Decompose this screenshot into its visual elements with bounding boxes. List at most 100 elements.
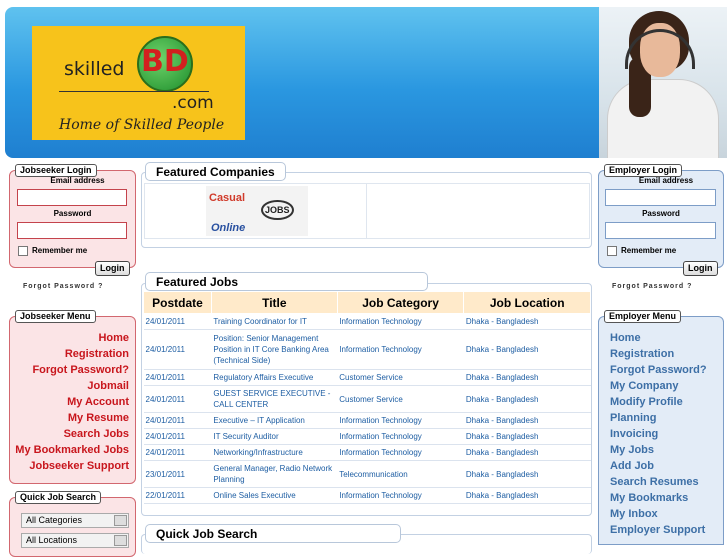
employer-login-button[interactable]: Login <box>683 261 718 276</box>
employer-forgot-password-link[interactable]: Forgot Password ? <box>612 283 692 290</box>
col-postdate: Postdate <box>143 291 212 314</box>
jobseeker-menu-box: Jobseeker Menu Home Registration Forgot … <box>9 310 136 484</box>
employer-menu-my-inbox[interactable]: My Inbox <box>610 508 658 520</box>
cell-title[interactable]: Training Coordinator for IT <box>211 313 338 330</box>
jobseeker-menu-jobmail[interactable]: Jobmail <box>87 380 129 392</box>
employer-remember-label: Remember me <box>621 246 677 255</box>
cell-location: Dhaka - Bangladesh <box>463 369 591 386</box>
jobseeker-menu-my-account[interactable]: My Account <box>67 396 129 408</box>
cell-title[interactable]: Regulatory Affairs Executive <box>211 369 338 386</box>
table-row[interactable]: 24/01/2011 Executive – IT Application Info… <box>143 412 591 429</box>
cell-title[interactable]: IT Security Auditor <box>211 428 338 445</box>
category-select[interactable]: All Categories <box>21 513 129 528</box>
employer-menu-my-jobs[interactable]: My Jobs <box>610 444 654 456</box>
jobseeker-email-input[interactable] <box>17 189 127 206</box>
cell-location: Dhaka - Bangladesh <box>463 329 591 370</box>
cell-location: Dhaka - Bangladesh <box>463 313 591 330</box>
cell-title[interactable]: Position: Senior Management Position in … <box>211 329 338 370</box>
cell-postdate: 24/01/2011 <box>143 369 212 386</box>
cell-category[interactable]: Information Technology <box>337 428 464 445</box>
photo-body <box>607 79 719 158</box>
cell-category[interactable]: Information Technology <box>337 412 464 429</box>
site-logo[interactable]: skilled BD .com Home of Skilled People <box>32 26 245 140</box>
employer-password-label: Password <box>642 209 680 218</box>
jobseeker-menu-title: Jobseeker Menu <box>15 310 96 323</box>
employer-password-input[interactable] <box>605 222 716 239</box>
employer-menu-support[interactable]: Employer Support <box>610 524 705 536</box>
jobseeker-menu-bookmarked-jobs[interactable]: My Bookmarked Jobs <box>15 444 129 456</box>
employer-menu-my-bookmarks[interactable]: My Bookmarks <box>610 492 688 504</box>
cell-category[interactable]: Information Technology <box>337 487 464 504</box>
jobseeker-password-input[interactable] <box>17 222 127 239</box>
brand-domain: .com <box>172 93 214 113</box>
jobseeker-login-button[interactable]: Login <box>95 261 130 276</box>
cell-location: Dhaka - Bangladesh <box>463 385 591 413</box>
table-row[interactable]: 24/01/2011 IT Security Auditor Information… <box>143 428 591 445</box>
category-select-value: All Categories <box>26 515 83 525</box>
table-row[interactable]: 24/01/2011 Networking/Infrastructure Infor… <box>143 444 591 461</box>
cell-category[interactable]: Information Technology <box>337 313 464 330</box>
employer-menu-registration[interactable]: Registration <box>610 348 674 360</box>
grid-divider <box>366 184 367 238</box>
cell-postdate: 24/01/2011 <box>143 444 212 461</box>
cell-title[interactable]: General Manager, Radio Network Planning <box>211 460 338 488</box>
employer-menu-modify-profile[interactable]: Modify Profile <box>610 396 683 408</box>
jobseeker-menu-my-resume[interactable]: My Resume <box>68 412 129 424</box>
cell-title[interactable]: GUEST SERVICE EXECUTIVE - CALL CENTER <box>211 385 338 413</box>
table-row[interactable]: 24/01/2011 Position: Senior Management Po… <box>143 329 591 370</box>
jobseeker-login-box: Jobseeker Login Email address Password R… <box>9 164 136 276</box>
cell-location: Dhaka - Bangladesh <box>463 487 591 504</box>
employer-menu-invoicing[interactable]: Invoicing <box>610 428 658 440</box>
employer-remember-checkbox[interactable] <box>607 246 617 256</box>
table-row[interactable]: 24/01/2011 GUEST SERVICE EXECUTIVE - CALL… <box>143 385 591 413</box>
cell-location: Dhaka - Bangladesh <box>463 428 591 445</box>
cell-location: Dhaka - Bangladesh <box>463 444 591 461</box>
cell-category[interactable]: Telecommunication <box>337 460 464 488</box>
company-logo-casual-jobs[interactable]: Casual JOBS Online <box>206 186 308 236</box>
jobseeker-forgot-password-link[interactable]: Forgot Password ? <box>23 283 103 290</box>
jobseeker-menu-registration[interactable]: Registration <box>65 348 129 360</box>
cell-category[interactable]: Customer Service <box>337 369 464 386</box>
cell-title[interactable]: Online Sales Executive <box>211 487 338 504</box>
location-select-value: All Locations <box>26 535 78 545</box>
table-row[interactable]: 24/01/2011 Training Coordinator for IT Inf… <box>143 313 591 330</box>
jobseeker-remember-label: Remember me <box>32 246 88 255</box>
jobseeker-menu-forgot-password[interactable]: Forgot Password? <box>32 364 129 376</box>
jobseeker-email-label: Email address <box>50 176 105 185</box>
quick-job-search-title: Quick Job Search <box>145 524 401 543</box>
location-select[interactable]: All Locations <box>21 533 129 548</box>
table-row[interactable]: 23/01/2011 General Manager, Radio Network… <box>143 460 591 488</box>
featured-companies-section: Casual JOBS Online <box>141 172 592 248</box>
cell-postdate: 22/01/2011 <box>143 487 212 504</box>
jobseeker-menu-search-jobs[interactable]: Search Jobs <box>64 428 129 440</box>
employer-menu-search-resumes[interactable]: Search Resumes <box>610 476 699 488</box>
cell-title[interactable]: Executive – IT Application <box>211 412 338 429</box>
cell-location: Dhaka - Bangladesh <box>463 460 591 488</box>
featured-companies-title: Featured Companies <box>145 162 286 181</box>
employer-email-input[interactable] <box>605 189 716 206</box>
jobseeker-remember-checkbox[interactable] <box>18 246 28 256</box>
cell-postdate: 24/01/2011 <box>143 428 212 445</box>
cell-category[interactable]: Customer Service <box>337 385 464 413</box>
table-header-row: Postdate Title Job Category Job Location <box>143 291 591 314</box>
employer-menu-box: Employer Menu Home Registration Forgot P… <box>598 310 724 545</box>
jobseeker-menu-home[interactable]: Home <box>98 332 129 344</box>
employer-menu-my-company[interactable]: My Company <box>610 380 678 392</box>
jobseeker-menu-support[interactable]: Jobseeker Support <box>29 460 129 472</box>
table-row[interactable]: 24/01/2011 Regulatory Affairs Executive Cu… <box>143 369 591 386</box>
brand-text: skilled <box>64 58 125 80</box>
company-logo-text-2: JOBS <box>261 200 294 220</box>
table-row[interactable]: 22/01/2011 Online Sales Executive Informat… <box>143 487 591 504</box>
cell-postdate: 24/01/2011 <box>143 385 212 413</box>
featured-jobs-title: Featured Jobs <box>145 272 428 291</box>
col-job-category: Job Category <box>336 291 465 314</box>
cell-category[interactable]: Information Technology <box>337 329 464 370</box>
employer-menu-planning[interactable]: Planning <box>610 412 656 424</box>
company-logo-text-1: Casual <box>209 192 246 204</box>
employer-menu-add-job[interactable]: Add Job <box>610 460 654 472</box>
employer-menu-forgot-password[interactable]: Forgot Password? <box>610 364 707 376</box>
cell-title[interactable]: Networking/Infrastructure <box>211 444 338 461</box>
cell-postdate: 24/01/2011 <box>143 412 212 429</box>
employer-menu-home[interactable]: Home <box>610 332 641 344</box>
cell-category[interactable]: Information Technology <box>337 444 464 461</box>
